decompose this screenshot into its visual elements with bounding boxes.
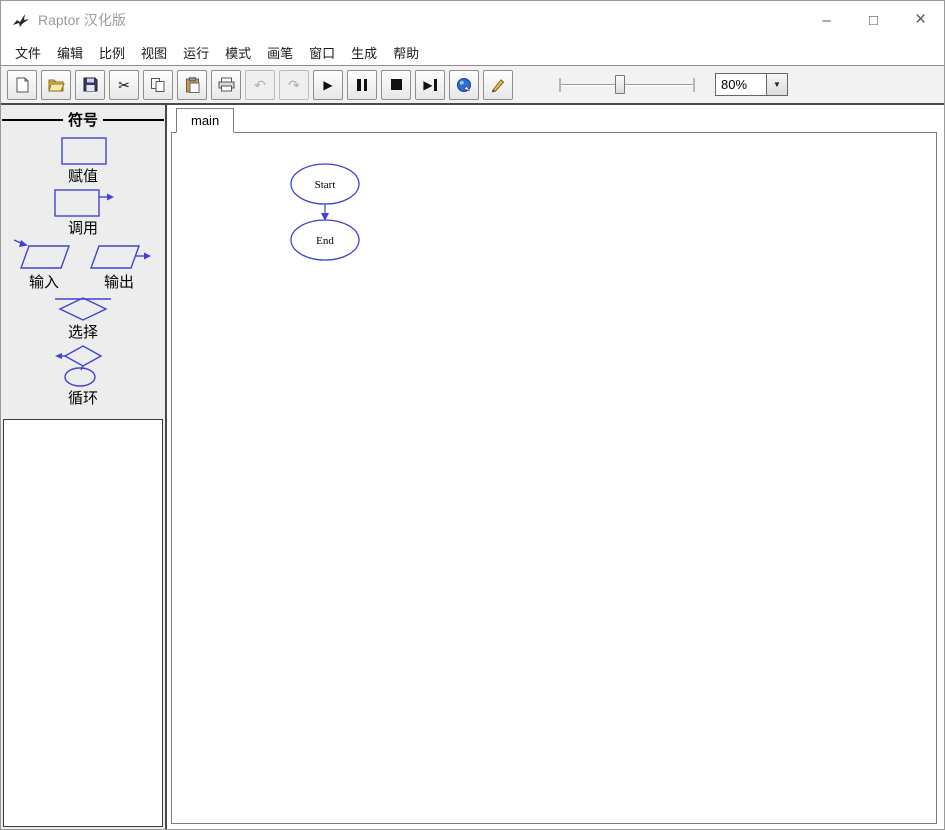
window-controls: – □ × [803,1,944,39]
cut-button[interactable]: ✂ [109,69,139,100]
play-icon: ▶ [323,77,333,92]
symbol-assignment-label: 赋值 [67,168,98,185]
symbol-selection[interactable]: 选择 [51,293,115,342]
run-to-end-button[interactable] [449,69,479,100]
symbol-loop-label: 循环 [67,390,98,407]
symbols-sidebar: 符号 赋值 调用 输入 输出 选择 循环 [1,105,167,829]
redo-icon: ↷ [288,76,300,93]
copy-icon [151,77,165,92]
open-folder-icon [47,79,65,91]
main-area: main Start End [167,105,944,829]
loop-shape-icon [55,345,103,387]
speed-slider[interactable] [559,72,695,98]
menu-item-pen[interactable]: 画笔 [259,40,301,65]
step-forward-icon: ▶ [423,78,437,91]
menu-item-scale[interactable]: 比例 [91,40,133,65]
flowchart-graphic: Start End [290,163,360,261]
input-shape-icon [13,239,70,269]
header-rule-right [103,118,165,121]
menu-item-generate[interactable]: 生成 [343,40,385,65]
end-node-label: End [316,235,334,247]
slider-left-tick [559,77,561,92]
symbol-call[interactable]: 调用 [49,187,117,238]
zoom-select[interactable]: 80% ▼ [715,73,788,96]
start-node-label: Start [315,179,336,191]
undo-button: ↶ [245,69,275,100]
symbol-output[interactable]: 输出 [85,239,153,292]
paste-clipboard-icon [185,76,199,93]
flowchart-canvas[interactable]: Start End [171,132,937,824]
menu-item-view[interactable]: 视图 [133,40,175,65]
slider-right-tick [693,77,695,92]
stop-button[interactable] [381,69,411,100]
undo-icon: ↶ [254,76,266,93]
tab-main[interactable]: main [176,108,235,133]
redo-button: ↷ [279,69,309,100]
paste-button[interactable] [177,69,207,100]
zoom-dropdown-button[interactable]: ▼ [767,73,788,96]
chevron-down-icon: ▼ [773,80,781,89]
app-window: Raptor 汉化版 – □ × 文件 编辑 比例 视图 运行 模式 画笔 窗口… [0,0,945,830]
copy-button[interactable] [143,69,173,100]
raptor-logo-icon [10,10,32,30]
tab-row: main [171,108,937,133]
symbols-title: 符号 [68,112,99,129]
watch-panel[interactable] [3,419,163,827]
pause-button[interactable] [347,69,377,100]
save-button[interactable] [75,69,105,100]
menubar: 文件 编辑 比例 视图 运行 模式 画笔 窗口 生成 帮助 [1,39,944,65]
pause-icon [357,78,367,91]
menu-item-help[interactable]: 帮助 [385,40,427,65]
save-floppy-icon [83,77,97,92]
new-document-icon [16,77,28,92]
print-button[interactable] [211,69,241,100]
header-rule-left [2,118,63,121]
selection-shape-icon [55,297,111,321]
assignment-shape-icon [61,137,107,165]
print-icon [218,77,234,92]
blue-ball-icon [457,77,471,92]
cut-icon: ✂ [118,76,130,93]
symbol-input-label: 输入 [28,274,59,291]
menu-item-edit[interactable]: 编辑 [49,40,91,65]
symbol-palette: 赋值 调用 输入 输出 选择 循环 [1,130,165,418]
symbol-call-label: 调用 [67,220,98,237]
new-button[interactable] [7,69,37,100]
comment-pen-button[interactable] [483,69,513,100]
stop-icon [390,79,402,90]
symbols-header: 符号 [1,105,165,130]
play-button[interactable]: ▶ [313,69,343,100]
output-shape-icon [90,245,151,269]
menu-item-window[interactable]: 窗口 [301,40,343,65]
call-shape-icon [54,189,114,217]
maximize-button[interactable]: □ [850,1,897,39]
menu-item-file[interactable]: 文件 [7,40,49,65]
menu-item-run[interactable]: 运行 [175,40,217,65]
minimize-button[interactable]: – [803,1,850,39]
symbol-selection-label: 选择 [67,324,98,341]
titlebar: Raptor 汉化版 – □ × [1,1,944,39]
open-button[interactable] [41,69,71,100]
close-button[interactable]: × [897,1,944,39]
step-button[interactable]: ▶ [415,69,445,100]
window-title: Raptor 汉化版 [38,12,126,28]
body-row: 符号 赋值 调用 输入 输出 选择 循环 main Start End [1,105,944,829]
toolbar: ✂ ↶ ↷ ▶ ▶ 80% ▼ [1,65,944,105]
slider-thumb[interactable] [615,74,626,94]
symbol-input[interactable]: 输入 [13,239,75,292]
zoom-value[interactable]: 80% [715,73,767,96]
symbol-loop[interactable]: 循环 [51,343,115,408]
symbol-io-row: 输入 输出 [13,238,153,292]
pen-icon [491,78,505,93]
symbol-assignment[interactable]: 赋值 [53,135,113,186]
slider-track [559,83,695,86]
symbol-output-label: 输出 [103,274,134,291]
menu-item-mode[interactable]: 模式 [217,40,259,65]
